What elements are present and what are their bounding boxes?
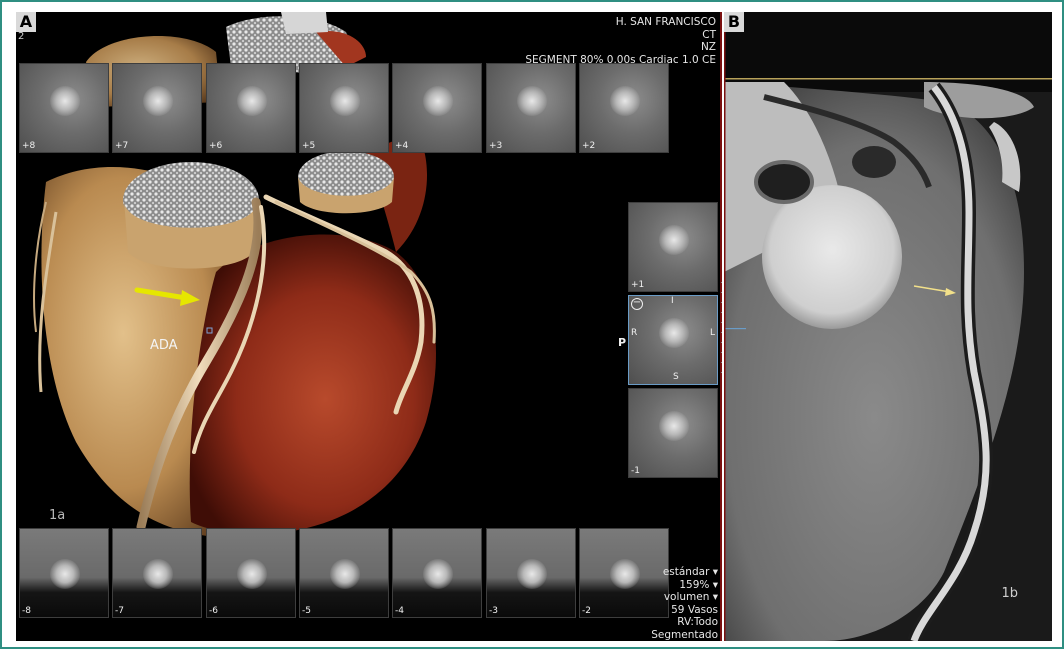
slice-label: -7 <box>115 606 124 616</box>
view-settings-footer: estándar ▾ 159% ▾ volumen ▾ 59 Vasos RV:… <box>651 566 718 641</box>
panel-a-3d-rendering: A 2 H. SAN FRANCISCO CT NZ SEGMENT 80% 0… <box>16 12 722 641</box>
slice-thumb-minus6[interactable]: -6 <box>206 528 296 618</box>
slice-thumb-minus3[interactable]: -3 <box>486 528 576 618</box>
slice-thumb-plus7[interactable]: +7 <box>112 63 202 153</box>
series-number: 2 <box>18 31 25 42</box>
slice-thumb-minus5[interactable]: -5 <box>299 528 389 618</box>
slice-label: +7 <box>115 141 129 151</box>
slice-thumb-current[interactable]: − I R L S <box>628 295 718 385</box>
slice-label: +6 <box>209 141 223 151</box>
slice-thumb-minus7[interactable]: -7 <box>112 528 202 618</box>
orientation-bottom: S <box>673 372 679 382</box>
slice-thumb-minus1[interactable]: -1 <box>628 388 718 478</box>
scale-ruler <box>721 282 722 382</box>
slice-label: -4 <box>395 606 404 616</box>
orientation-top: I <box>671 296 674 306</box>
slice-label: +5 <box>302 141 316 151</box>
rv-setting: RV:Todo <box>677 616 718 628</box>
orientation-p: P <box>618 336 627 349</box>
slice-thumb-plus5[interactable]: +5 <box>299 63 389 153</box>
vessel-count: 59 Vasos <box>671 603 718 616</box>
slice-thumb-plus6[interactable]: +6 <box>206 63 296 153</box>
slice-label: -3 <box>489 606 498 616</box>
slice-thumb-plus8[interactable]: +8 <box>19 63 109 153</box>
slice-thumb-plus2[interactable]: +2 <box>579 63 669 153</box>
slice-thumb-minus8[interactable]: -8 <box>19 528 109 618</box>
hospital-name: H. SAN FRANCISCO <box>615 16 716 28</box>
slice-thumb-plus3[interactable]: +3 <box>486 63 576 153</box>
orientation-left: R <box>631 328 638 338</box>
zoom-out-icon[interactable]: − <box>631 298 643 310</box>
slice-label: +1 <box>631 280 645 290</box>
ct-reformat-image <box>724 12 1052 641</box>
orientation-right: L <box>709 328 715 338</box>
segmentation-status: Segmentado <box>651 628 718 641</box>
zoom-dropdown[interactable]: 159% ▾ <box>651 579 718 592</box>
preset-dropdown[interactable]: estándar ▾ <box>651 566 718 579</box>
panel-b-curved-reformat: B 1b <box>724 12 1052 641</box>
slice-thumb-plus1[interactable]: +1 <box>628 202 718 292</box>
slice-label: -6 <box>209 606 218 616</box>
scan-info-header: H. SAN FRANCISCO CT NZ SEGMENT 80% 0.00s… <box>525 16 716 66</box>
slice-label: -8 <box>22 606 31 616</box>
slice-label: +8 <box>22 141 36 151</box>
slice-thumb-plus4[interactable]: +4 <box>392 63 482 153</box>
panel-a-letter: A <box>16 12 36 32</box>
render-mode-dropdown[interactable]: volumen ▾ <box>651 591 718 604</box>
slice-label: +4 <box>395 141 409 151</box>
slice-thumb-minus4[interactable]: -4 <box>392 528 482 618</box>
slice-label: -2 <box>582 606 591 616</box>
subpanel-label-1b: 1b <box>1001 586 1018 601</box>
orientation-code: NZ <box>700 41 716 53</box>
slice-label: -1 <box>631 466 640 476</box>
slice-label: +2 <box>582 141 596 151</box>
ada-label: ADA <box>150 338 178 353</box>
subpanel-label-1a: 1a <box>49 508 66 523</box>
panel-b-letter: B <box>724 12 744 32</box>
slice-label: -5 <box>302 606 311 616</box>
modality: CT <box>702 28 716 41</box>
figure-frame: A 2 H. SAN FRANCISCO CT NZ SEGMENT 80% 0… <box>0 0 1064 649</box>
slice-label: +3 <box>489 141 503 151</box>
